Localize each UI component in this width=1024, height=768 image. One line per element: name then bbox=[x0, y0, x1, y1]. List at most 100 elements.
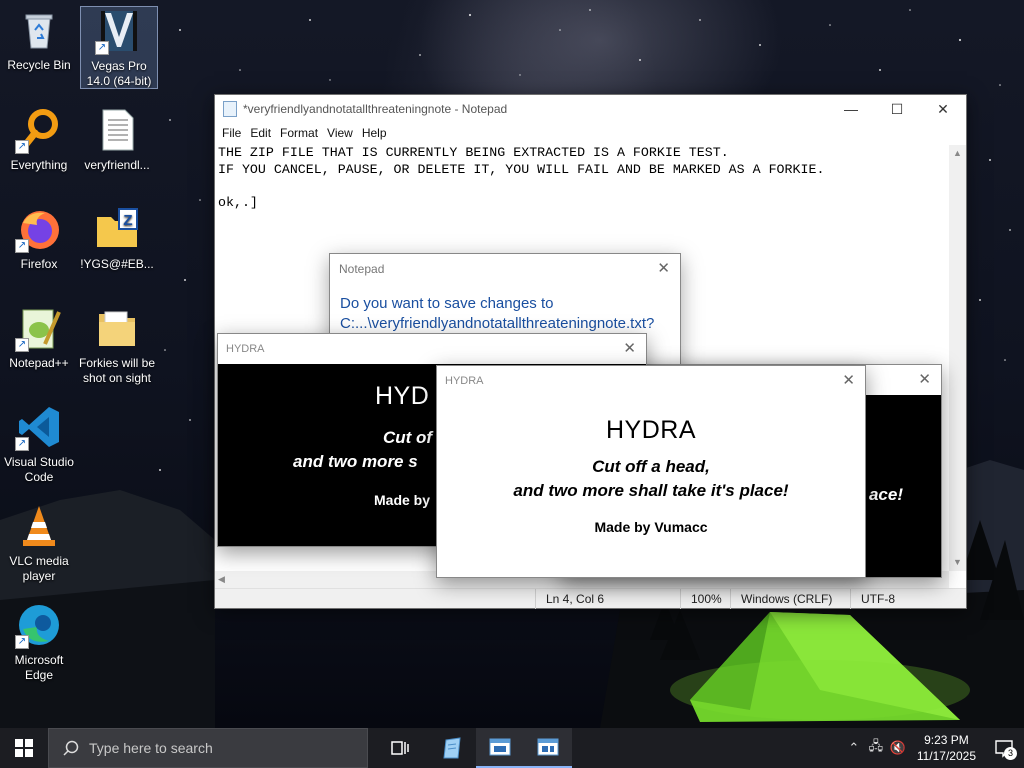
close-icon[interactable]: ✕ bbox=[842, 366, 855, 396]
dialog-message-line2: C:...\veryfriendlyandnotatallthreatening… bbox=[340, 315, 655, 332]
notepad-icon bbox=[443, 737, 461, 759]
vegas-pro-icon: ↗ bbox=[95, 7, 143, 55]
search-placeholder: Type here to search bbox=[89, 740, 213, 756]
shortcut-arrow-icon: ↗ bbox=[15, 338, 29, 352]
desktop-icon-label: Visual Studio Code bbox=[4, 455, 74, 484]
dialog-title: Notepad bbox=[339, 262, 385, 276]
notification-count-badge: 3 bbox=[1004, 747, 1017, 760]
hydra-line2: ace! bbox=[868, 485, 903, 504]
scroll-up-icon[interactable]: ▲ bbox=[949, 145, 966, 162]
zip-folder-icon: Z bbox=[93, 205, 141, 253]
system-tray: ⌃ 🖧 🔇 9:23 PM 11/17/2025 3 bbox=[843, 728, 1024, 768]
notification-center-button[interactable]: 3 bbox=[984, 728, 1024, 768]
desktop-icon-label: Notepad++ bbox=[9, 356, 69, 370]
hydra-heading: HYD bbox=[375, 382, 430, 410]
svg-text:Z: Z bbox=[123, 212, 132, 229]
hydra-line1: Cut of bbox=[383, 428, 433, 447]
dialog-message-line1: Do you want to save changes to bbox=[340, 295, 554, 312]
desktop-icon-label: Forkies will be shot on sight bbox=[78, 356, 156, 385]
taskbar-app-hydra-1[interactable] bbox=[476, 728, 524, 768]
start-button[interactable] bbox=[0, 728, 48, 768]
maximize-icon[interactable]: ☐ bbox=[874, 95, 920, 123]
menu-edit[interactable]: Edit bbox=[249, 126, 277, 140]
desktop-icon-zip-folder[interactable]: Z !YGS@#EB... bbox=[78, 205, 156, 272]
menu-help[interactable]: Help bbox=[361, 126, 393, 140]
menu-view[interactable]: View bbox=[326, 126, 359, 140]
hydra-window-front[interactable]: HYDRA ✕ HYDRA Cut off a head, and two mo… bbox=[436, 365, 866, 578]
notepad-title: *veryfriendlyandnotatallthreateningnote … bbox=[243, 102, 508, 116]
desktop-icon-recycle-bin[interactable]: Recycle Bin bbox=[0, 6, 78, 73]
desktop-icon-label: Everything bbox=[10, 158, 68, 172]
hydra-line2: and two more s bbox=[293, 452, 418, 471]
desktop-icon-label: Microsoft Edge bbox=[14, 653, 64, 682]
scroll-down-icon[interactable]: ▼ bbox=[949, 554, 966, 571]
close-icon[interactable]: ✕ bbox=[918, 365, 931, 395]
scroll-left-icon[interactable]: ◀ bbox=[218, 571, 225, 588]
notepad-statusbar: Ln 4, Col 6 100% Windows (CRLF) UTF-8 bbox=[215, 588, 966, 609]
app-window-icon bbox=[537, 738, 559, 756]
desktop-icon-vegas-pro[interactable]: ↗ Vegas Pro 14.0 (64-bit) bbox=[80, 6, 158, 89]
desktop-icon-label: !YGS@#EB... bbox=[80, 257, 154, 271]
close-icon[interactable]: ✕ bbox=[623, 334, 636, 364]
status-line-ending: Windows (CRLF) bbox=[730, 588, 850, 609]
desktop-icon-everything[interactable]: ↗ Everything bbox=[0, 106, 78, 173]
vertical-scrollbar[interactable]: ▲ ▼ bbox=[949, 145, 966, 571]
hydra-body: HYDRA Cut off a head, and two more shall… bbox=[437, 396, 865, 577]
folder-icon bbox=[93, 304, 141, 352]
minimize-icon[interactable]: — bbox=[828, 95, 874, 123]
app-window-icon bbox=[489, 738, 511, 756]
desktop-icon-vlc[interactable]: VLC media player bbox=[0, 502, 78, 584]
hydra-heading: HYDRA bbox=[605, 416, 696, 444]
hydra-titlebar[interactable]: HYDRA ✕ bbox=[437, 366, 865, 396]
menu-file[interactable]: File bbox=[221, 126, 247, 140]
hydra-window-title: HYDRA bbox=[445, 375, 484, 387]
vscode-icon: ↗ bbox=[15, 403, 63, 451]
status-zoom: 100% bbox=[680, 588, 730, 609]
shortcut-arrow-icon: ↗ bbox=[15, 239, 29, 253]
dialog-message: Do you want to save changes to C:...\ver… bbox=[330, 284, 680, 334]
desktop-icon-label: Recycle Bin bbox=[7, 58, 71, 72]
notepad-titlebar[interactable]: *veryfriendlyandnotatallthreateningnote … bbox=[215, 95, 966, 123]
close-icon[interactable]: ✕ bbox=[657, 254, 670, 284]
hydra-credit: Made by bbox=[374, 492, 431, 508]
desktop-icon-text-file[interactable]: veryfriendl... bbox=[78, 106, 156, 173]
notepad-editor[interactable]: THE ZIP FILE THAT IS CURRENTLY BEING EXT… bbox=[218, 145, 949, 211]
network-icon[interactable]: 🖧 bbox=[865, 737, 887, 759]
edge-icon: ↗ bbox=[15, 601, 63, 649]
chevron-up-icon[interactable]: ⌃ bbox=[843, 740, 865, 756]
text-file-icon bbox=[93, 106, 141, 154]
desktop-icon-vscode[interactable]: ↗ Visual Studio Code bbox=[0, 403, 78, 485]
hydra-credit: Made by Vumacc bbox=[594, 519, 708, 535]
notepad-menubar: File Edit Format View Help bbox=[215, 123, 966, 143]
volume-muted-icon[interactable]: 🔇 bbox=[887, 740, 909, 756]
taskbar-app-hydra-2[interactable] bbox=[524, 728, 572, 768]
hydra-titlebar[interactable]: HYDRA ✕ bbox=[218, 334, 646, 364]
shortcut-arrow-icon: ↗ bbox=[15, 140, 29, 154]
shortcut-arrow-icon: ↗ bbox=[15, 437, 29, 451]
desktop-icon-label: Firefox bbox=[20, 257, 58, 271]
notepad-app-icon bbox=[223, 101, 237, 117]
vlc-icon bbox=[15, 502, 63, 550]
close-icon[interactable]: ✕ bbox=[920, 95, 966, 123]
clock-time: 9:23 PM bbox=[924, 733, 969, 747]
desktop-icon-notepad-plus-plus[interactable]: ↗ Notepad++ bbox=[0, 304, 78, 371]
status-position: Ln 4, Col 6 bbox=[535, 588, 680, 609]
everything-search-icon: ↗ bbox=[15, 106, 63, 154]
task-view-button[interactable] bbox=[376, 728, 424, 768]
desktop-icon-label: Vegas Pro 14.0 (64-bit) bbox=[86, 59, 152, 88]
desktop-icon-edge[interactable]: ↗ Microsoft Edge bbox=[0, 601, 78, 683]
firefox-icon: ↗ bbox=[15, 205, 63, 253]
desktop-icon-firefox[interactable]: ↗ Firefox bbox=[0, 205, 78, 272]
clock[interactable]: 9:23 PM 11/17/2025 bbox=[909, 732, 984, 764]
desktop-icon-folder[interactable]: Forkies will be shot on sight bbox=[78, 304, 156, 386]
task-view-icon bbox=[391, 741, 409, 755]
search-icon bbox=[63, 740, 79, 756]
taskbar-app-notepad[interactable] bbox=[428, 728, 476, 768]
clock-date: 11/17/2025 bbox=[916, 749, 976, 763]
menu-format[interactable]: Format bbox=[279, 126, 324, 140]
notepad-plus-plus-icon: ↗ bbox=[15, 304, 63, 352]
status-encoding: UTF-8 bbox=[850, 588, 960, 609]
taskbar-search-box[interactable]: Type here to search bbox=[48, 728, 368, 768]
taskbar: Type here to search ⌃ 🖧 🔇 9:23 PM 11/17/… bbox=[0, 728, 1024, 768]
dialog-titlebar[interactable]: Notepad ✕ bbox=[330, 254, 680, 284]
